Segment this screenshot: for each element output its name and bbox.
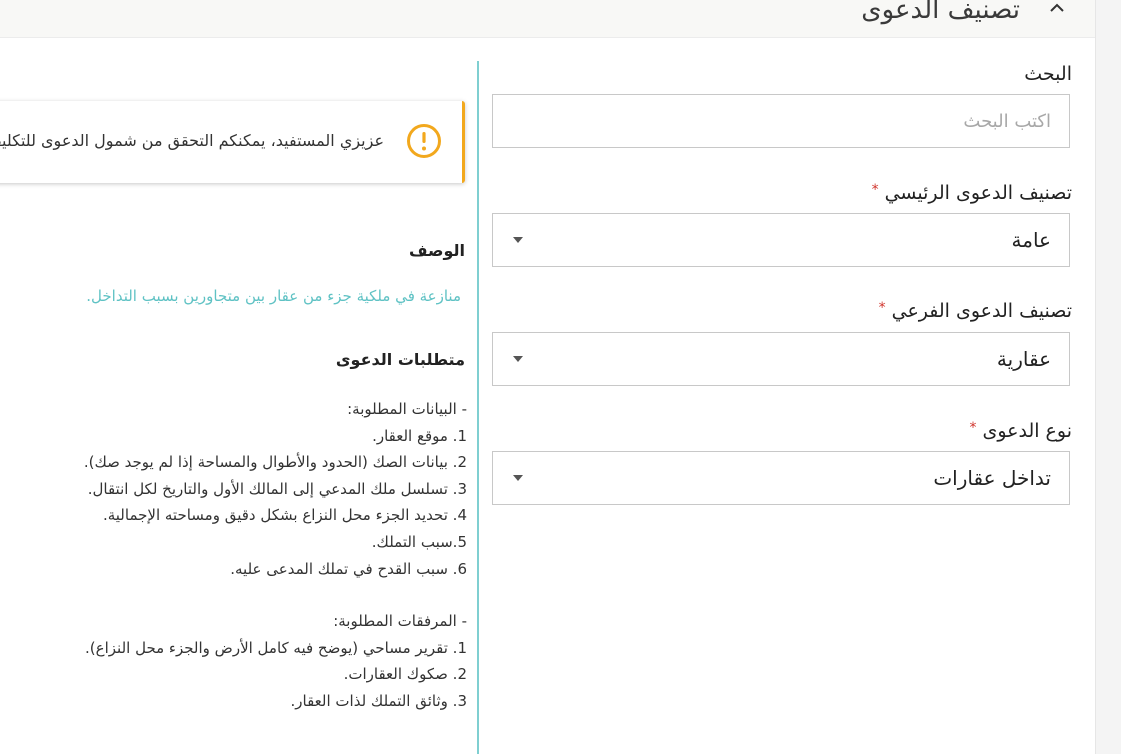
required-mark: * [878, 300, 886, 316]
list-item: 4. تحديد الجزء محل النزاع بشكل دقيق ومسا… [102, 506, 467, 525]
chevron-up-icon[interactable] [1044, 0, 1070, 22]
caret-down-icon [513, 356, 523, 362]
scrollbar-track[interactable] [1095, 0, 1121, 754]
search-input[interactable] [493, 95, 1069, 147]
list-item: 1. تقرير مساحي (يوضح فيه كامل الأرض والج… [85, 638, 467, 657]
required-mark: * [871, 182, 879, 198]
caret-down-icon [513, 237, 523, 243]
exclamation-circle-icon [407, 124, 441, 158]
sub-category-label: تصنيف الدعوى الفرعي * [879, 300, 1072, 322]
case-type-label-text: نوع الدعوى [982, 420, 1072, 442]
caret-down-icon [513, 475, 523, 481]
required-mark: * [969, 420, 977, 436]
notice-text: عزيزي المستفيد، يمكنكم التحقق من شمول ال… [0, 131, 384, 150]
case-type-value: تداخل عقارات [933, 466, 1051, 490]
sub-category-value: عقارية [996, 347, 1051, 371]
case-description: منازعة في ملكية جزء من عقار بين متجاورين… [86, 287, 461, 305]
list-item: 3. وثائق التملك لذات العقار. [290, 691, 467, 710]
section-header[interactable]: تصنيف الدعوى [0, 0, 1095, 38]
requirements-heading: متطلبات الدعوى [335, 350, 465, 369]
list-item: 3. تسلسل ملك المدعي إلى المالك الأول وال… [87, 479, 467, 498]
list-item: 2. صكوك العقارات. [343, 665, 467, 684]
search-field[interactable] [492, 94, 1070, 148]
case-type-label: نوع الدعوى * [969, 420, 1072, 442]
search-label: البحث [1024, 63, 1072, 85]
list-item: 5.سبب التملك. [371, 532, 467, 551]
section-title: تصنيف الدعوى [861, 0, 1020, 25]
sub-category-select[interactable]: عقارية [492, 332, 1070, 386]
data-heading: - البيانات المطلوبة: [347, 400, 467, 418]
case-type-select[interactable]: تداخل عقارات [492, 451, 1070, 505]
main-category-label-text: تصنيف الدعوى الرئيسي [884, 182, 1072, 204]
notice-alert: عزيزي المستفيد، يمكنكم التحقق من شمول ال… [0, 101, 465, 183]
list-item: 2. بيانات الصك (الحدود والأطوال والمساحة… [83, 453, 467, 472]
column-divider [477, 61, 479, 754]
main-category-select[interactable]: عامة [492, 213, 1070, 267]
list-item: 6. سبب القدح في تملك المدعى عليه. [230, 559, 467, 578]
main-category-value: عامة [1011, 228, 1051, 252]
requirements-list: - البيانات المطلوبة: 1. موقع العقار. 2. … [84, 396, 467, 715]
sub-category-label-text: تصنيف الدعوى الفرعي [891, 300, 1072, 322]
list-gap [84, 582, 467, 608]
description-heading: الوصف [408, 241, 465, 260]
case-classification-page: تصنيف الدعوى البحث تصنيف الدعوى الرئيسي *… [0, 0, 1121, 754]
list-item: 1. موقع العقار. [372, 426, 467, 445]
main-category-label: تصنيف الدعوى الرئيسي * [872, 182, 1072, 204]
attachments-heading: - المرفقات المطلوبة: [333, 612, 467, 631]
